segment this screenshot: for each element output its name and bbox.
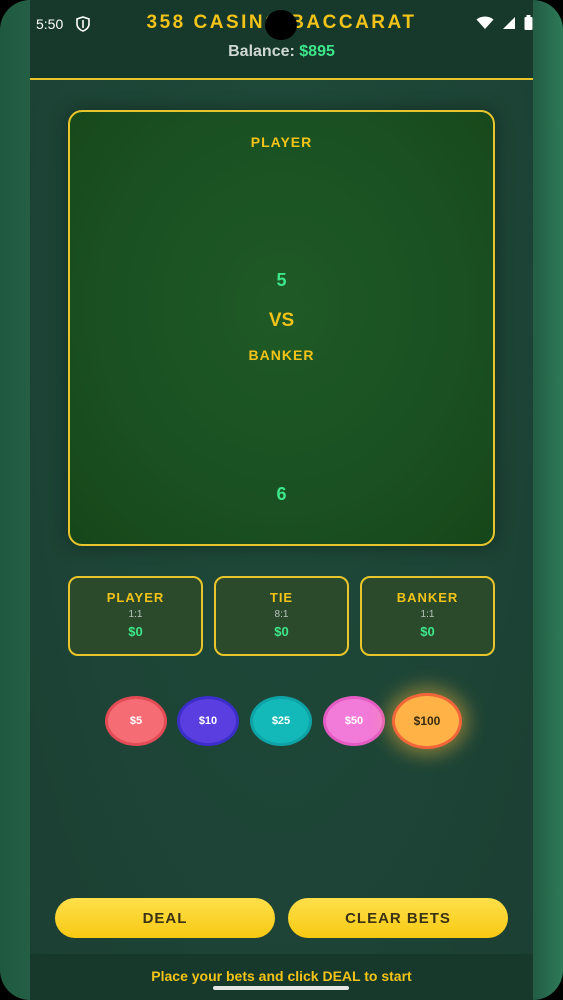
chip-10[interactable]: $10 bbox=[177, 696, 239, 746]
deal-button[interactable]: DEAL bbox=[55, 898, 275, 938]
bet-player-button[interactable]: PLAYER 1:1 $0 bbox=[68, 576, 203, 656]
banker-hand-label: BANKER bbox=[248, 347, 315, 363]
bet-amount: $0 bbox=[274, 624, 289, 639]
vs-label: VS bbox=[268, 310, 295, 331]
chip-100[interactable]: $100 bbox=[392, 693, 462, 749]
camera-cutout bbox=[265, 10, 297, 40]
bet-name: TIE bbox=[269, 590, 294, 605]
phone-frame: 5:50 358 CASINO BACCARAT Balance: $895 P… bbox=[0, 0, 563, 1000]
bet-amount: $0 bbox=[128, 624, 143, 639]
bet-odds: 8:1 bbox=[274, 609, 289, 620]
chip-5[interactable]: $5 bbox=[105, 696, 167, 746]
bet-odds: 1:1 bbox=[420, 609, 435, 620]
bet-odds: 1:1 bbox=[128, 609, 143, 620]
bet-amount: $0 bbox=[420, 624, 435, 639]
clear-bets-button[interactable]: CLEAR BETS bbox=[288, 898, 508, 938]
game-board: PLAYER 5 VS BANKER 6 bbox=[68, 110, 495, 546]
player-score: 5 bbox=[276, 270, 287, 290]
bet-name: PLAYER bbox=[106, 590, 165, 605]
status-message: Place your bets and click DEAL to start bbox=[151, 968, 412, 984]
bet-banker-button[interactable]: BANKER 1:1 $0 bbox=[360, 576, 495, 656]
chip-50[interactable]: $50 bbox=[323, 696, 385, 746]
bet-name: BANKER bbox=[396, 590, 459, 605]
bet-tie-button[interactable]: TIE 8:1 $0 bbox=[214, 576, 349, 656]
player-hand-label: PLAYER bbox=[250, 134, 313, 150]
balance-label: Balance: bbox=[228, 43, 295, 60]
balance-display: Balance: $895 bbox=[30, 43, 533, 61]
chip-25[interactable]: $25 bbox=[250, 696, 312, 746]
banker-score: 6 bbox=[276, 484, 287, 504]
balance-value: $895 bbox=[299, 43, 335, 60]
home-indicator[interactable] bbox=[213, 986, 349, 990]
